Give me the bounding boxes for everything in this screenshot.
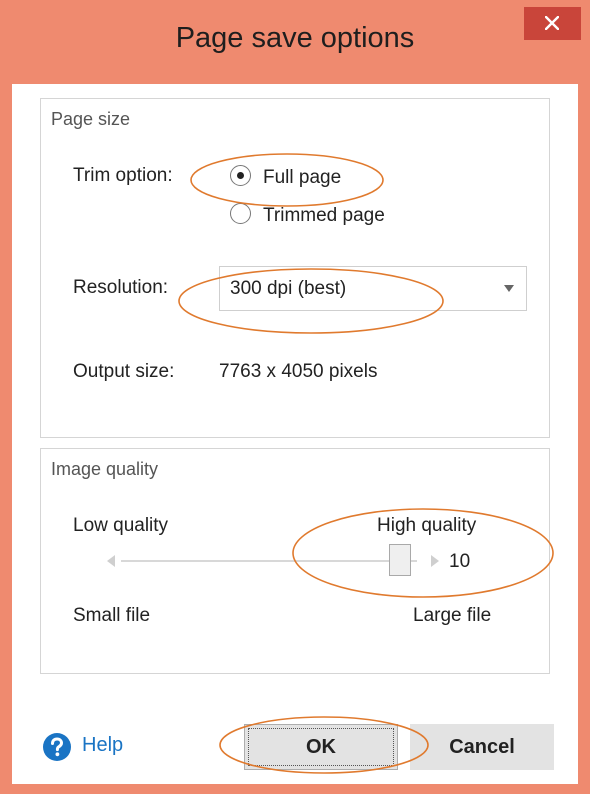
output-size-label: Output size:	[73, 361, 175, 382]
full-page-label[interactable]: Full page	[263, 167, 341, 189]
quality-slider-thumb[interactable]	[389, 544, 411, 576]
radio-trimmed-page[interactable]	[230, 203, 251, 224]
dialog-window: Page save options Page size Trim option:…	[0, 0, 590, 794]
radio-full-page[interactable]	[230, 165, 251, 186]
resolution-select[interactable]: 300 dpi (best)	[219, 266, 527, 311]
quality-slider-track[interactable]	[121, 560, 417, 562]
low-quality-label: Low quality	[73, 515, 169, 536]
ok-focus-ring	[248, 728, 394, 766]
quality-value: 10	[449, 551, 471, 572]
output-size-value: 7763 x 4050 pixels	[219, 361, 378, 382]
help-link[interactable]: Help	[82, 734, 123, 757]
close-button[interactable]	[524, 7, 581, 40]
page-size-group: Page size Trim option: Full page Trimmed…	[40, 98, 550, 438]
large-file-label: Large file	[413, 605, 492, 626]
trim-option-label: Trim option:	[73, 165, 173, 186]
trimmed-page-label[interactable]: Trimmed page	[263, 205, 385, 227]
dropdown-arrow-icon	[504, 285, 514, 292]
page-size-legend: Page size	[51, 109, 131, 129]
ok-button[interactable]: OK	[244, 724, 398, 770]
cancel-label: Cancel	[449, 735, 515, 758]
image-quality-legend: Image quality	[51, 459, 159, 479]
slider-left-arrow-icon[interactable]	[107, 555, 115, 567]
slider-right-arrow-icon[interactable]	[431, 555, 439, 567]
high-quality-label: High quality	[377, 515, 477, 536]
dialog-title: Page save options	[175, 22, 415, 54]
dialog-content: Page size Trim option: Full page Trimmed…	[12, 84, 578, 784]
help-icon[interactable]	[42, 732, 72, 762]
close-icon	[545, 16, 559, 30]
cancel-button[interactable]: Cancel	[410, 724, 554, 770]
small-file-label: Small file	[73, 605, 151, 626]
radio-selected-dot	[237, 172, 244, 179]
resolution-label: Resolution:	[73, 277, 169, 298]
title-bar[interactable]: Page save options	[0, 0, 590, 84]
image-quality-group: Image quality Low quality High quality 1…	[40, 448, 550, 674]
resolution-value: 300 dpi (best)	[230, 278, 347, 299]
